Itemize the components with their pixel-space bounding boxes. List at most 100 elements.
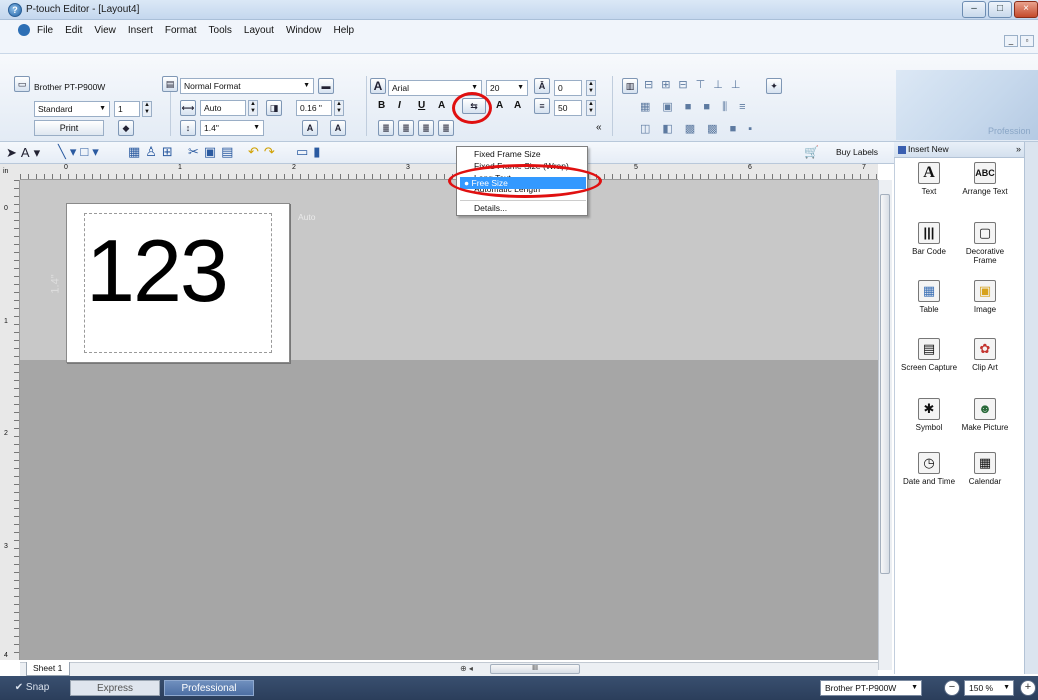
property-database-icon[interactable]: ▭▮: [296, 144, 325, 160]
insert-symbol-button[interactable]: ✱ Symbol: [900, 398, 958, 432]
length-spinner[interactable]: ▲ ▼: [248, 100, 258, 116]
professional-banner-text: Profession: [988, 126, 1031, 136]
align-justify-icon[interactable]: ≣: [438, 120, 454, 136]
line-spacing-spinner[interactable]: ▲ ▼: [586, 100, 596, 116]
insert-date-time-button[interactable]: ◷ Date and Time: [900, 452, 958, 486]
insert-screen-capture-button[interactable]: ▤ Screen Capture: [900, 338, 958, 372]
zoom-select[interactable]: 150 % ▼: [964, 680, 1014, 696]
menu-option-fixed-frame-size[interactable]: Fixed Frame Size: [460, 148, 586, 160]
layout-icon[interactable]: ▥: [622, 78, 638, 94]
tape-width-select[interactable]: 1.4" ▼: [200, 120, 264, 136]
insert-calendar-button[interactable]: ▦ Calendar: [956, 452, 1014, 486]
menu-view[interactable]: View: [93, 25, 117, 36]
window-title: P-touch Editor - [Layout4]: [26, 4, 140, 15]
align-right-icon[interactable]: ≣: [418, 120, 434, 136]
panel-icon: [898, 146, 906, 154]
color-format-icon[interactable]: ▬: [318, 78, 334, 94]
menu-layout[interactable]: Layout: [243, 25, 275, 36]
printer-icon[interactable]: ▭: [14, 76, 30, 92]
text-effect-button[interactable]: A: [438, 100, 445, 111]
align-left-icon[interactable]: ≣: [378, 120, 394, 136]
char-spacing-input[interactable]: 0: [554, 80, 582, 96]
length-mode-input[interactable]: Auto: [200, 100, 246, 116]
menu-edit[interactable]: Edit: [64, 25, 83, 36]
copies-input[interactable]: 1: [114, 101, 140, 117]
zoom-in-button[interactable]: +: [1020, 680, 1036, 696]
object-tools-icon[interactable]: ▦♙⊞: [128, 144, 178, 160]
menu-option-details[interactable]: Details...: [460, 202, 586, 214]
side-tab-strip[interactable]: [1024, 142, 1038, 674]
professional-mode-button[interactable]: Professional: [164, 680, 254, 696]
sheet-tab[interactable]: Sheet 1: [26, 662, 70, 676]
mdi-minimize-button[interactable]: _: [1004, 35, 1018, 47]
arrange-icon[interactable]: ▦▣■■⫼≡: [640, 100, 758, 114]
insert-barcode-button[interactable]: ||| Bar Code: [900, 222, 958, 256]
menu-tools[interactable]: Tools: [208, 25, 233, 36]
horizontal-scroll-thumb[interactable]: III: [490, 664, 580, 674]
char-spacing-spinner[interactable]: ▲ ▼: [586, 80, 596, 96]
print-options-icon[interactable]: ◆: [118, 120, 134, 136]
distribute-icon[interactable]: ✦: [766, 78, 782, 94]
snap-button[interactable]: ✔ Snap: [4, 680, 60, 696]
add-sheet-icon[interactable]: ⊕ ◂: [460, 664, 473, 673]
zoom-out-button[interactable]: −: [944, 680, 960, 696]
font-grow-icon[interactable]: A: [514, 100, 521, 111]
close-button[interactable]: ×: [1014, 1, 1038, 18]
print-quality-select[interactable]: Standard ▼: [34, 101, 110, 117]
insert-image-button[interactable]: ▣ Image: [956, 280, 1014, 314]
panel-expand-icon[interactable]: »: [1016, 144, 1021, 154]
menu-file[interactable]: File: [36, 25, 54, 36]
document-icon[interactable]: [18, 24, 30, 36]
vruler-mark-2: 2: [4, 430, 8, 437]
insert-text-button[interactable]: A Text: [900, 162, 958, 196]
maximize-button[interactable]: □: [988, 1, 1012, 18]
vertical-scroll-thumb[interactable]: [880, 194, 890, 574]
copies-spinner[interactable]: ▲ ▼: [142, 101, 152, 117]
menu-insert[interactable]: Insert: [127, 25, 154, 36]
margin-input[interactable]: 0.16 ": [296, 100, 332, 116]
insert-clip-art-button[interactable]: ✿ Clip Art: [956, 338, 1014, 372]
align-center-icon[interactable]: ≣: [398, 120, 414, 136]
insert-decorative-frame-button[interactable]: ▢ Decorative Frame: [956, 222, 1014, 265]
mdi-restore-button[interactable]: ▫: [1020, 35, 1034, 47]
format-select[interactable]: Normal Format ▼: [180, 78, 314, 94]
margin-spinner[interactable]: ▲ ▼: [334, 100, 344, 116]
font-size-select[interactable]: 20 ▼: [486, 80, 528, 96]
label-text-object[interactable]: 123: [86, 216, 229, 326]
app-logo-icon: ?: [8, 3, 22, 17]
margin-icon[interactable]: ◨: [266, 100, 282, 116]
menu-format[interactable]: Format: [164, 25, 198, 36]
select-tool-icon[interactable]: ➤A▾: [6, 145, 44, 161]
collapse-icon[interactable]: «: [596, 122, 602, 133]
insert-arrange-text-button[interactable]: ABC Arrange Text: [956, 162, 1014, 196]
underline-button[interactable]: U: [418, 100, 425, 111]
insert-table-button[interactable]: ▦ Table: [900, 280, 958, 314]
format-icon[interactable]: ▤: [162, 76, 178, 92]
ruler-mark-3: 3: [406, 164, 410, 171]
orientation-horizontal-icon[interactable]: A: [302, 120, 318, 136]
auto-length-indicator: Auto: [298, 212, 316, 222]
undo-redo-icon[interactable]: ↶↷: [248, 144, 280, 160]
vruler-mark-4: 4: [4, 652, 8, 659]
align-objects-icon[interactable]: ⊟⊞⊟⊤⊥⊥: [644, 78, 748, 91]
print-button[interactable]: Print: [34, 120, 104, 136]
image-icon: ▣: [974, 280, 996, 302]
font-shrink-icon[interactable]: A: [496, 100, 503, 111]
line-spacing-input[interactable]: 50: [554, 100, 582, 116]
group-icon[interactable]: ◫◧▩▩■▪: [640, 122, 764, 135]
minimize-button[interactable]: –: [962, 1, 986, 18]
bold-button[interactable]: B: [378, 100, 385, 111]
snap-icon: ✔: [14, 682, 26, 693]
menu-help[interactable]: Help: [333, 25, 356, 36]
express-mode-button[interactable]: Express: [70, 680, 160, 696]
printer-name: Brother PT-P900W: [34, 82, 106, 92]
line-tool-icon[interactable]: ╲▾□▾: [58, 144, 103, 160]
menu-window[interactable]: Window: [285, 25, 323, 36]
insert-make-picture-button[interactable]: ☻ Make Picture: [956, 398, 1014, 432]
status-printer-select[interactable]: Brother PT-P900W ▼: [820, 680, 922, 696]
buy-labels-link[interactable]: Buy Labels: [836, 147, 878, 157]
cut-copy-paste-icon[interactable]: ✂▣▤: [188, 144, 238, 160]
cart-icon[interactable]: 🛒: [804, 145, 819, 159]
italic-button[interactable]: I: [398, 100, 401, 111]
orientation-vertical-icon[interactable]: A: [330, 120, 346, 136]
